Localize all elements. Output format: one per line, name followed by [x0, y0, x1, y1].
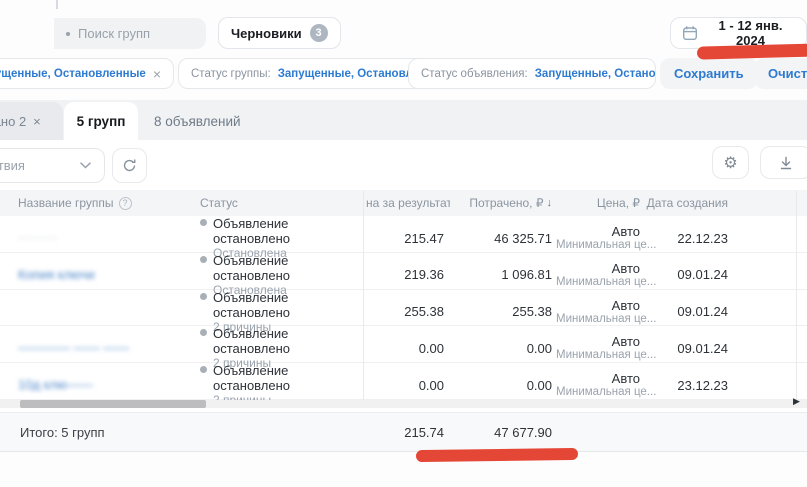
- table-row[interactable]: 10д клю—— Объявление остановлено 2 причи…: [0, 363, 807, 400]
- export-button[interactable]: [760, 146, 807, 179]
- group-name-link[interactable]: ·········: [18, 230, 57, 245]
- status-dot-icon: [200, 366, 207, 373]
- filter-chip-label: Статус объявления:: [421, 68, 528, 80]
- actions-dropdown[interactable]: Действия: [0, 148, 105, 183]
- col-header-name[interactable]: Название группы ?: [0, 196, 185, 210]
- status-dot-icon: [200, 293, 207, 300]
- filter-chip-value: Запущенные, Остановленные: [0, 68, 146, 80]
- price-subtext: Минимальная це...: [556, 276, 640, 289]
- actions-label: Действия: [0, 158, 25, 173]
- refresh-icon: [122, 158, 137, 173]
- status-text: Объявление остановлено: [213, 216, 363, 246]
- group-name-link[interactable]: Копия ключи: [18, 267, 95, 282]
- totals-label: Итого: 5 групп: [0, 425, 363, 440]
- col-header-created[interactable]: Дата создания: [644, 196, 734, 210]
- created-date: 09.01.24: [644, 341, 734, 356]
- totals-spent: 47 677.90: [450, 425, 556, 440]
- table-right-divider: [796, 190, 797, 400]
- price-value: Авто: [556, 224, 640, 239]
- status-text: Объявление остановлено: [213, 363, 363, 393]
- col-header-cpa[interactable]: на за результат, ₽ ?: [363, 196, 450, 210]
- scroll-right-icon[interactable]: ▶: [793, 396, 800, 407]
- filter-chip-ad-status[interactable]: Статус объявления: Запущенные, Остановле…: [408, 58, 656, 89]
- save-filters-button[interactable]: Сохранить: [660, 58, 758, 89]
- drafts-label: Черновики: [231, 26, 302, 41]
- price-value: Авто: [556, 261, 640, 276]
- chevron-down-icon: [80, 162, 91, 169]
- created-date: 23.12.23: [644, 378, 734, 393]
- group-name-link[interactable]: 10д клю——: [18, 377, 93, 392]
- totals-row: Итого: 5 групп 215.74 47 677.90: [0, 412, 807, 452]
- drafts-button[interactable]: Черновики 3: [218, 17, 341, 49]
- spent-value: 255.38: [450, 304, 556, 319]
- table-row[interactable]: ———— —— —— Объявление остановлено 2 прич…: [0, 326, 807, 363]
- col-header-spent[interactable]: Потрачено, ₽ ↓: [450, 196, 556, 210]
- cpa-value: 0.00: [363, 378, 450, 393]
- tab-groups[interactable]: 5 групп: [64, 102, 138, 140]
- status-dot-icon: [200, 256, 207, 263]
- red-marker-date: [697, 43, 807, 59]
- search-input[interactable]: [78, 26, 188, 41]
- table-body: ········· Объявление остановлено Останов…: [0, 216, 807, 400]
- sort-desc-icon: ↓: [547, 197, 553, 209]
- download-icon: [779, 156, 793, 170]
- search-input-wrap: [54, 18, 206, 49]
- filter-chip-value: Запущенные, Остановленные: [535, 68, 656, 80]
- table-header: Название группы ? Статус на за результат…: [0, 190, 807, 216]
- table-row[interactable]: Объявление остановлено 2 причины 255.38 …: [0, 290, 807, 327]
- refresh-button[interactable]: [112, 148, 147, 183]
- frozen-column-divider: [363, 190, 364, 400]
- selected-count-label: Выбрано 2: [0, 114, 26, 129]
- search-icon: [66, 32, 70, 36]
- col-header-price[interactable]: Цена, ₽: [556, 196, 644, 210]
- col-header-status[interactable]: Статус: [185, 196, 363, 210]
- selected-count-chip[interactable]: Выбрано 2 ×: [0, 102, 63, 140]
- gear-icon: ⚙: [723, 153, 737, 173]
- filter-chip-label: Статус группы:: [191, 68, 271, 80]
- col-header-name-label: Название группы: [18, 196, 114, 210]
- status-text: Объявление остановлено: [213, 253, 363, 283]
- status-text: Объявление остановлено: [213, 290, 363, 320]
- filter-chip-ads-status[interactable]: Запущенные, Остановленные ×: [0, 58, 174, 89]
- price-subtext: Минимальная це...: [556, 349, 640, 362]
- close-icon[interactable]: ×: [33, 114, 41, 129]
- status-dot-icon: [200, 329, 207, 336]
- table-row[interactable]: ········· Объявление остановлено Останов…: [0, 216, 807, 253]
- horizontal-scrollbar-thumb[interactable]: [20, 400, 206, 408]
- ads-manager-screen: Черновики 3 1 - 12 янв. 2024 Запущенные,…: [0, 0, 807, 487]
- close-icon[interactable]: ×: [153, 67, 161, 81]
- settings-button[interactable]: ⚙: [712, 146, 749, 179]
- spent-value: 0.00: [450, 341, 556, 356]
- status-text: Объявление остановлено: [213, 326, 363, 356]
- calendar-icon: [682, 25, 698, 41]
- price-value: Авто: [556, 334, 640, 349]
- clear-filters-button[interactable]: Очистить: [754, 58, 807, 89]
- spent-value: 0.00: [450, 378, 556, 393]
- cpa-value: 215.47: [363, 231, 450, 246]
- spent-value: 46 325.71: [450, 231, 556, 246]
- table-row[interactable]: Копия ключи Объявление остановлено Остан…: [0, 253, 807, 290]
- price-subtext: Минимальная це...: [556, 313, 640, 326]
- status-dot-icon: [200, 219, 207, 226]
- price-value: Авто: [556, 371, 640, 386]
- cpa-value: 0.00: [363, 341, 450, 356]
- spent-value: 1 096.81: [450, 267, 556, 282]
- price-subtext: Минимальная це...: [556, 239, 640, 252]
- drafts-count-badge: 3: [310, 24, 328, 42]
- price-value: Авто: [556, 298, 640, 313]
- col-header-cpa-label: на за результат, ₽: [366, 196, 450, 210]
- question-icon[interactable]: ?: [119, 197, 132, 210]
- tab-ads[interactable]: 8 объявлений: [139, 102, 256, 140]
- totals-cpa: 215.74: [363, 425, 450, 440]
- col-header-spent-label: Потрачено, ₽: [469, 196, 543, 210]
- group-name-link[interactable]: ———— —— ——: [18, 340, 129, 355]
- created-date: 09.01.24: [644, 304, 734, 319]
- top-edge-divider: [56, 0, 58, 9]
- price-subtext: Минимальная це...: [556, 386, 640, 399]
- created-date: 22.12.23: [644, 231, 734, 246]
- red-marker-totals: [416, 448, 578, 462]
- created-date: 09.01.24: [644, 267, 734, 282]
- cpa-value: 255.38: [363, 304, 450, 319]
- cpa-value: 219.36: [363, 267, 450, 282]
